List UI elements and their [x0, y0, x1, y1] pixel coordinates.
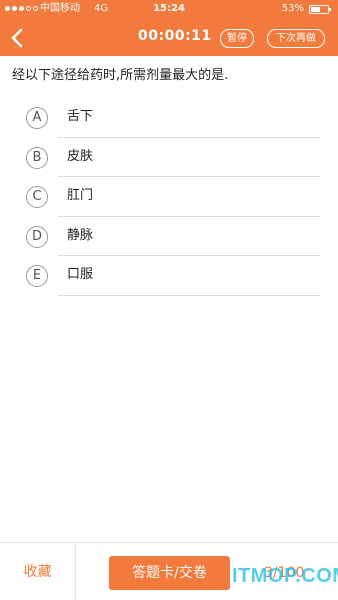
header: 中国移动 4G 15:24 53% 00:00:11 暂停 下次再做 [0, 0, 338, 56]
option-a[interactable]: A 舌下 [0, 98, 338, 138]
option-letter: B [26, 146, 48, 169]
status-bar: 中国移动 4G 15:24 53% [0, 0, 338, 18]
back-button[interactable] [4, 24, 30, 52]
option-letter: C [26, 186, 48, 208]
option-c[interactable]: C 肛门 [0, 177, 338, 217]
divider [58, 294, 320, 296]
option-text: 舌下 [67, 109, 94, 124]
option-text: 皮肤 [67, 148, 94, 164]
option-letter: D [26, 225, 48, 248]
exam-timer: 00:00:11 [138, 28, 212, 44]
answer-options: A 舌下 B 皮肤 C 肛门 D 静脉 E 口服 [0, 98, 338, 296]
question-text: 经以下途径给药时,所需剂量最大的是. [12, 68, 229, 83]
chevron-left-icon [11, 28, 23, 48]
watermark: ITMOP.COM [232, 565, 338, 587]
option-text: 肛门 [67, 188, 94, 203]
option-letter: A [26, 107, 48, 129]
option-text: 静脉 [67, 227, 94, 243]
battery-percent: 53% [281, 3, 304, 14]
battery-icon [309, 5, 331, 14]
option-b[interactable]: B 皮肤 [0, 138, 338, 177]
favorite-button[interactable]: 收藏 [0, 543, 76, 600]
option-e[interactable]: E 口服 [0, 256, 338, 296]
option-letter: E [26, 265, 48, 287]
pause-button[interactable]: 暂停 [220, 29, 254, 48]
do-later-button[interactable]: 下次再做 [267, 29, 325, 48]
option-text: 口服 [67, 267, 94, 282]
answer-sheet-submit-button[interactable]: 答题卡/交卷 [109, 556, 230, 590]
option-d[interactable]: D 静脉 [0, 217, 338, 256]
exam-screen: 中国移动 4G 15:24 53% 00:00:11 暂停 下次再做 经以下途径… [0, 0, 338, 600]
nav-bar: 00:00:11 暂停 下次再做 [0, 20, 338, 56]
